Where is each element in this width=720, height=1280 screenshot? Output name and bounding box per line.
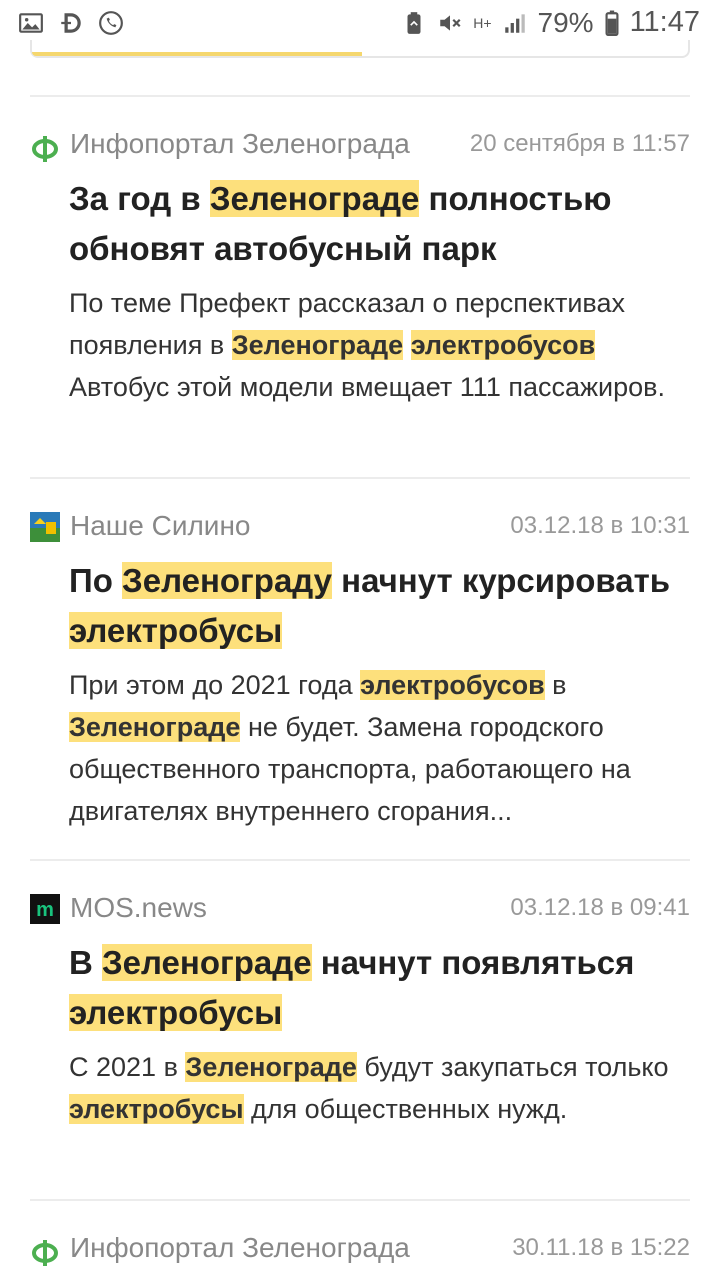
mute-icon — [440, 14, 461, 31]
publish-time: 20 сентября в 11:57 — [469, 130, 690, 157]
silino-logo-icon — [30, 512, 60, 542]
text-segment: В — [69, 944, 102, 981]
source-row: m MOS.news 03.12.18 в 09:41 — [30, 892, 690, 928]
text-segment: будут закупаться только — [356, 1052, 669, 1082]
highlighted-term: электробусов — [360, 670, 545, 700]
publish-time: 03.12.18 в 09:41 — [510, 894, 690, 921]
source-name[interactable]: Инфопортал Зеленограда — [70, 128, 410, 160]
clock: 11:47 — [629, 6, 700, 38]
text-segment: для общественных нужд. — [243, 1094, 568, 1124]
article-snippet: По теме Префект рассказал о перспективах… — [69, 282, 690, 408]
news-item[interactable]: Инфопортал Зеленограда 20 сентября в 11:… — [30, 128, 690, 408]
text-segment: По — [69, 562, 123, 599]
highlighted-term: электробусов — [410, 330, 596, 360]
card-accent — [32, 52, 362, 56]
source-row: Инфопортал Зеленограда 30.11.18 в 15:22 — [30, 1232, 690, 1268]
network-type: H+ — [473, 14, 492, 31]
news-item[interactable]: Инфопортал Зеленограда 30.11.18 в 15:22 — [30, 1232, 690, 1268]
article-title[interactable]: По Зеленограду начнут курсировать электр… — [69, 556, 690, 656]
text-segment: За год в — [69, 180, 210, 217]
image-icon — [19, 13, 43, 33]
source-row: Инфопортал Зеленограда 20 сентября в 11:… — [30, 128, 690, 164]
article-snippet: С 2021 в Зеленограде будут закупаться то… — [69, 1046, 690, 1130]
source-name[interactable]: MOS.news — [70, 892, 207, 924]
divider — [30, 859, 690, 861]
source-row: Наше Силино 03.12.18 в 10:31 — [30, 510, 690, 546]
source-name[interactable]: Инфопортал Зеленограда — [70, 1232, 410, 1264]
article-title[interactable]: В Зеленограде начнут появляться электроб… — [69, 938, 690, 1038]
article-snippet: При этом до 2021 года электробусов в Зел… — [69, 664, 690, 832]
highlighted-term: Зеленограде — [102, 944, 312, 981]
highlighted-term: Зеленограде — [231, 330, 404, 360]
viber-icon — [99, 11, 123, 35]
battery-icon — [605, 10, 619, 36]
highlighted-term: электробусы — [69, 612, 283, 649]
text-segment: в — [544, 670, 567, 700]
text-segment: начнут курсировать — [332, 562, 671, 599]
previous-card — [30, 40, 690, 58]
divider — [30, 1199, 690, 1201]
svg-text:m: m — [36, 899, 54, 921]
mosnews-logo-icon: m — [30, 894, 60, 924]
battery-saver-icon — [407, 11, 421, 34]
dogecoin-icon — [61, 13, 81, 33]
divider — [30, 477, 690, 479]
divider — [30, 95, 690, 97]
text-segment: С 2021 в — [69, 1052, 186, 1082]
source-name[interactable]: Наше Силино — [70, 510, 250, 542]
highlighted-term: Зеленограде — [69, 712, 241, 742]
publish-time: 03.12.18 в 10:31 — [510, 512, 690, 539]
text-segment — [403, 330, 411, 360]
text-segment: начнут появляться — [311, 944, 635, 981]
infoportal-logo-icon — [32, 1240, 58, 1266]
publish-time: 30.11.18 в 15:22 — [512, 1234, 690, 1261]
highlighted-term: Зеленограде — [185, 1052, 357, 1082]
infoportal-logo-icon — [32, 136, 58, 162]
news-item[interactable]: Наше Силино 03.12.18 в 10:31 По Зеленогр… — [30, 510, 690, 832]
signal-icon — [504, 13, 525, 33]
news-item[interactable]: m MOS.news 03.12.18 в 09:41 В Зеленоград… — [30, 892, 690, 1130]
highlighted-term: Зеленограде — [209, 180, 420, 217]
highlighted-term: электробусы — [69, 994, 283, 1031]
highlighted-term: электробусы — [69, 1094, 244, 1124]
battery-percent: 79% — [537, 6, 594, 38]
text-segment: Автобус этой модели вмещает 111 пассажир… — [69, 372, 666, 402]
article-title[interactable]: За год в Зеленограде полностью обновят а… — [69, 174, 690, 274]
text-segment: При этом до 2021 года — [69, 670, 361, 700]
highlighted-term: Зеленограду — [122, 562, 333, 599]
